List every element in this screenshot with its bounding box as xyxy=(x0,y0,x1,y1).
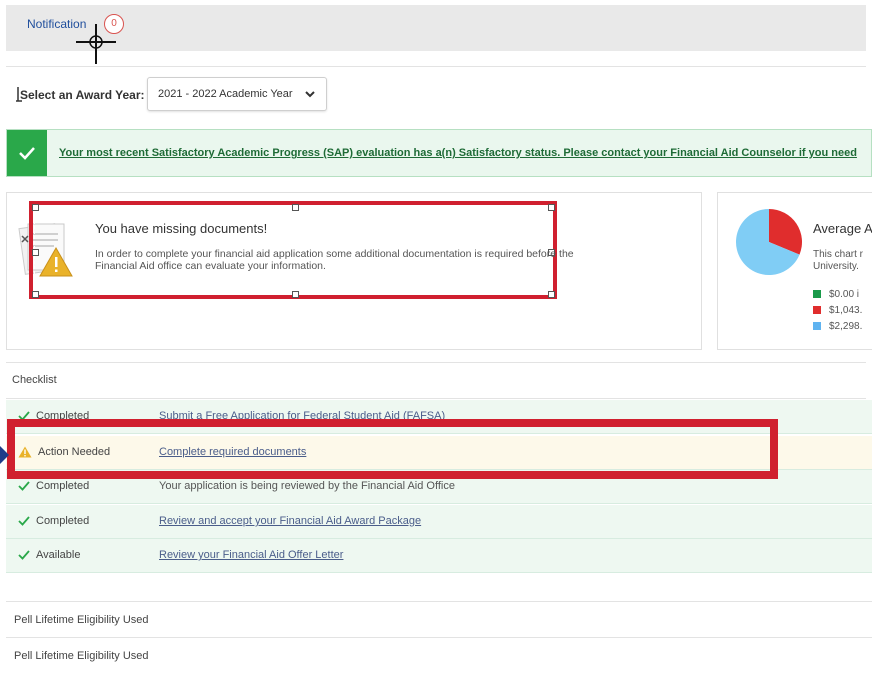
row-text: Your application is being reviewed by th… xyxy=(159,480,455,492)
pell-eligibility-label: Pell Lifetime Eligibility Used xyxy=(14,614,149,626)
legend-item: $2,298. xyxy=(813,321,862,332)
pointer-arrow-icon xyxy=(0,446,9,464)
sap-status-banner: Your most recent Satisfactory Academic P… xyxy=(6,129,872,177)
divider xyxy=(6,398,866,399)
award-year-label: Select an Award Year: xyxy=(20,88,145,102)
action-needed-highlight xyxy=(7,419,778,479)
chevron-down-icon xyxy=(305,91,315,98)
check-icon xyxy=(18,550,30,560)
checklist-heading: Checklist xyxy=(12,374,57,386)
pie-chart xyxy=(736,209,802,275)
average-aid-chart-card: Average A This chart r University. $0.00… xyxy=(717,192,872,350)
resize-handle[interactable] xyxy=(292,204,299,211)
row-link[interactable]: Review and accept your Financial Aid Awa… xyxy=(159,515,421,527)
chart-title: Average A xyxy=(813,221,872,236)
row-status-label: Completed xyxy=(36,515,90,527)
divider xyxy=(6,66,866,67)
legend-item: $1,043. xyxy=(813,305,862,316)
missing-documents-title: You have missing documents! xyxy=(95,221,268,236)
row-status: Available xyxy=(18,549,80,561)
row-link[interactable]: Review your Financial Aid Offer Letter xyxy=(159,549,343,561)
row-status-label: Available xyxy=(36,549,81,561)
checklist-row: Available Review your Financial Aid Offe… xyxy=(6,539,872,573)
sap-status-link[interactable]: Your most recent Satisfactory Academic P… xyxy=(59,147,857,159)
legend-swatch xyxy=(813,306,821,315)
award-year-selected-value: 2021 - 2022 Academic Year xyxy=(158,88,293,100)
check-icon xyxy=(18,516,30,526)
divider xyxy=(6,362,866,363)
chart-description-line: University. xyxy=(813,261,859,272)
chart-description-line: This chart r xyxy=(813,249,864,260)
row-status-label: Completed xyxy=(36,480,90,492)
notification-bar: Notification 0 xyxy=(6,5,866,51)
pell-eligibility-row[interactable]: Pell Lifetime Eligibility Used xyxy=(6,601,872,637)
pell-eligibility-label: Pell Lifetime Eligibility Used xyxy=(14,650,149,662)
legend-item: $0.00 i xyxy=(813,289,859,300)
checklist-row: Completed Review and accept your Financi… xyxy=(6,505,872,539)
legend-swatch xyxy=(813,322,821,331)
crosshair-cursor-icon xyxy=(76,24,116,64)
legend-swatch xyxy=(813,290,821,299)
resize-handle[interactable] xyxy=(32,291,39,298)
resize-handle[interactable] xyxy=(32,249,39,256)
award-year-select[interactable]: 2021 - 2022 Academic Year xyxy=(147,77,327,111)
chart-description: This chart r University. xyxy=(813,249,863,273)
resize-handle[interactable] xyxy=(292,291,299,298)
missing-documents-description: In order to complete your financial aid … xyxy=(95,248,574,272)
resize-handle[interactable] xyxy=(548,204,555,211)
row-status: Completed xyxy=(18,480,89,492)
pell-eligibility-row[interactable]: Pell Lifetime Eligibility Used xyxy=(6,637,872,673)
resize-handle[interactable] xyxy=(548,291,555,298)
row-status: Completed xyxy=(18,515,89,527)
resize-handle[interactable] xyxy=(32,204,39,211)
check-icon xyxy=(18,481,30,491)
check-icon xyxy=(7,130,47,176)
